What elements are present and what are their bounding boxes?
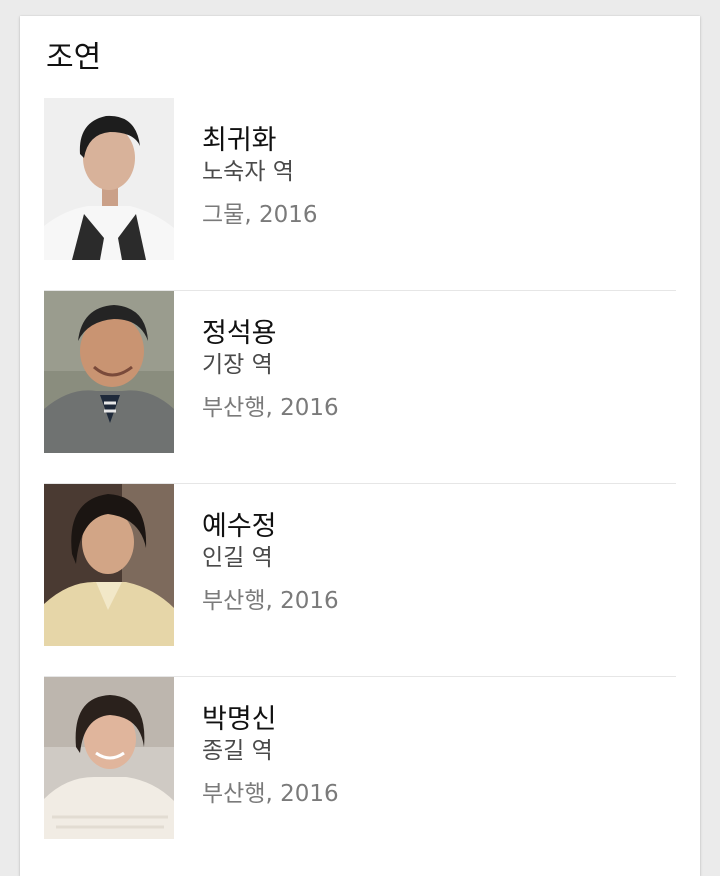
- cast-item[interactable]: 예수정 인길 역 부산행, 2016: [44, 484, 676, 677]
- actor-photo[interactable]: [44, 98, 174, 260]
- actor-photo-image: [44, 98, 174, 260]
- actor-photo-image: [44, 484, 174, 646]
- supporting-cast-card: 조연 최귀화 노숙자 역 그물, 2016 정석용 기장 역 부산행, 2016…: [20, 16, 700, 876]
- section-title: 조연: [46, 40, 102, 75]
- role-name: 기장 역: [202, 352, 273, 378]
- cast-info: 정석용 기장 역 부산행, 2016: [202, 317, 339, 423]
- cast-info: 예수정 인길 역 부산행, 2016: [202, 510, 339, 616]
- work-title: 부산행, 2016: [202, 395, 339, 421]
- cast-item[interactable]: 박명신 종길 역 부산행, 2016: [44, 677, 676, 869]
- role-name: 노숙자 역: [202, 159, 294, 185]
- actor-name[interactable]: 정석용: [202, 317, 339, 351]
- role-name: 인길 역: [202, 545, 273, 571]
- actor-name[interactable]: 박명신: [202, 703, 339, 737]
- actor-photo[interactable]: [44, 291, 174, 453]
- actor-photo-image: [44, 677, 174, 839]
- work-title: 부산행, 2016: [202, 588, 339, 614]
- work-title: 부산행, 2016: [202, 781, 339, 807]
- actor-photo[interactable]: [44, 484, 174, 646]
- cast-list: 최귀화 노숙자 역 그물, 2016 정석용 기장 역 부산행, 2016 예수…: [44, 98, 676, 869]
- actor-name[interactable]: 예수정: [202, 510, 339, 544]
- actor-photo[interactable]: [44, 677, 174, 839]
- cast-info: 최귀화 노숙자 역 그물, 2016: [202, 124, 317, 230]
- work-title: 그물, 2016: [202, 202, 318, 228]
- cast-info: 박명신 종길 역 부산행, 2016: [202, 703, 339, 809]
- role-name: 종길 역: [202, 738, 273, 764]
- actor-name[interactable]: 최귀화: [202, 124, 317, 158]
- actor-photo-image: [44, 291, 174, 453]
- cast-item[interactable]: 최귀화 노숙자 역 그물, 2016: [44, 98, 676, 291]
- cast-item[interactable]: 정석용 기장 역 부산행, 2016: [44, 291, 676, 484]
